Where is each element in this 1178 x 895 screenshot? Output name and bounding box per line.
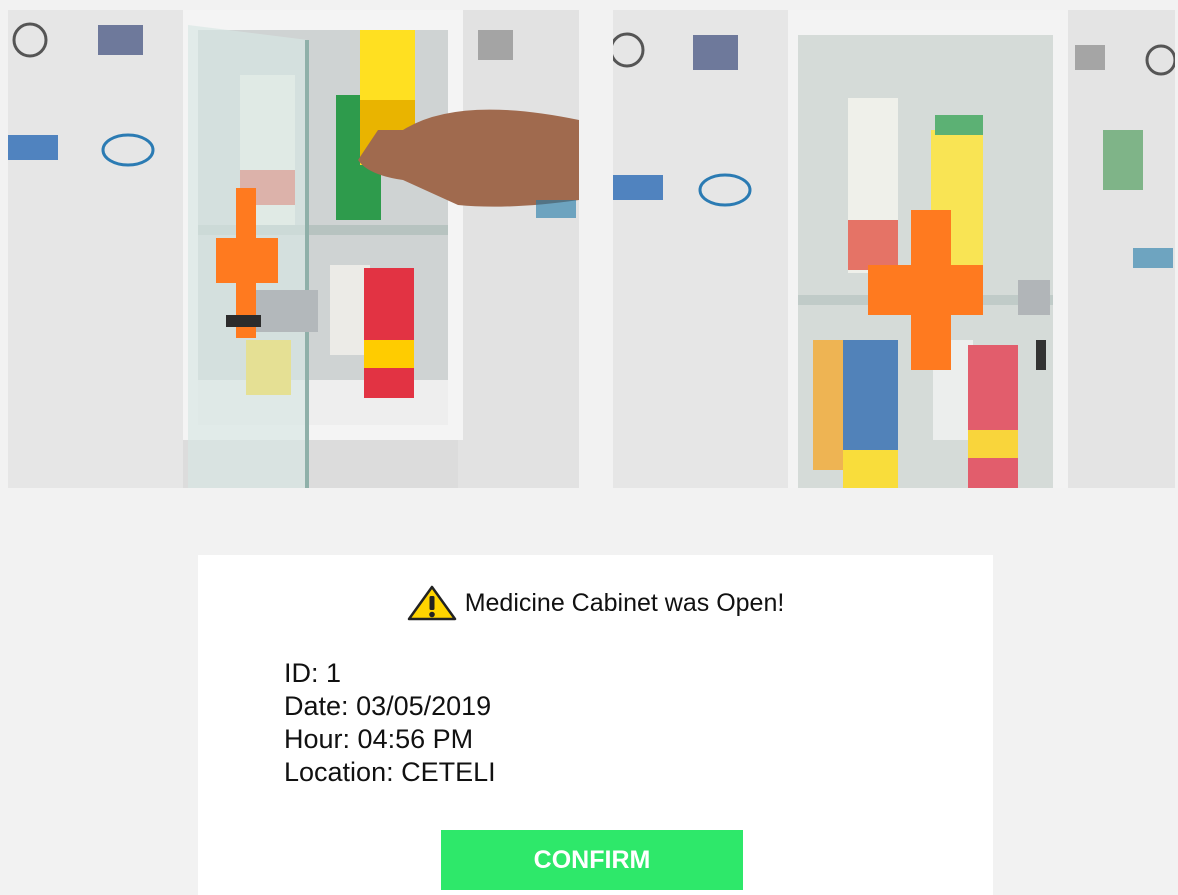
date-label: Date: xyxy=(284,691,349,721)
detail-id: ID: 1 xyxy=(284,657,496,690)
cabinet-open-illustration xyxy=(8,10,579,488)
id-value: 1 xyxy=(326,658,342,688)
location-value: CETELI xyxy=(401,757,496,787)
alert-title: Medicine Cabinet was Open! xyxy=(198,585,993,621)
id-label: ID: xyxy=(284,658,319,688)
detail-hour: Hour: 04:56 PM xyxy=(284,723,496,756)
detail-date: Date: 03/05/2019 xyxy=(284,690,496,723)
location-label: Location: xyxy=(284,757,394,787)
cabinet-closed-illustration xyxy=(613,10,1175,488)
warning-icon xyxy=(407,585,456,621)
detail-location: Location: CETELI xyxy=(284,756,496,789)
confirm-button[interactable]: CONFIRM xyxy=(441,830,743,890)
photo-cabinet-closed xyxy=(613,10,1175,488)
hour-value: 04:56 PM xyxy=(357,724,474,754)
alert-dialog: Medicine Cabinet was Open! ID: 1 Date: 0… xyxy=(198,555,993,895)
photo-cabinet-open xyxy=(8,10,579,488)
date-value: 03/05/2019 xyxy=(356,691,492,721)
alert-title-text: Medicine Cabinet was Open! xyxy=(464,588,785,617)
alert-details: ID: 1 Date: 03/05/2019 Hour: 04:56 PM Lo… xyxy=(284,657,496,789)
hour-label: Hour: xyxy=(284,724,351,754)
